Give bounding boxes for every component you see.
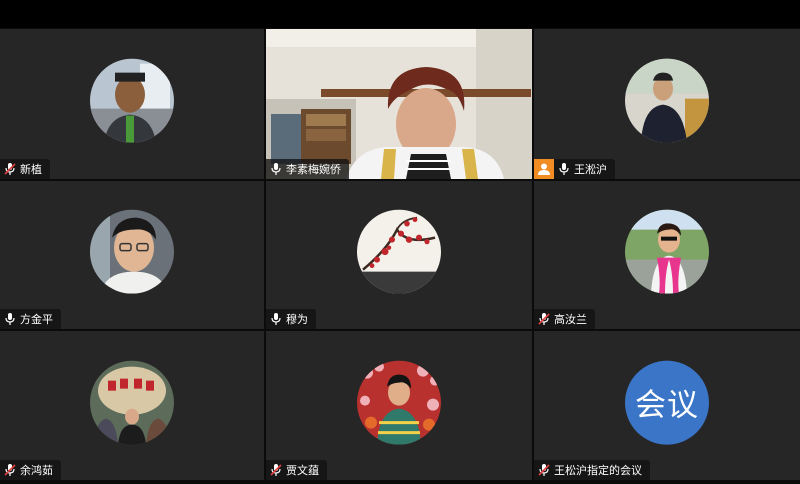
mic-muted-icon[interactable]: [538, 312, 550, 326]
name-label: 王松沪指定的会议: [534, 460, 650, 480]
participant-name: 李素梅婉侨: [286, 163, 341, 176]
participant-name: 新植: [20, 163, 42, 176]
name-label: 李素梅婉侨: [266, 159, 349, 179]
video-grid: 新植 李素梅婉侨 王淞沪 方金平 穆为 高汝兰 余鸿茹 贾文蕴 会议 王松沪指定…: [0, 29, 800, 480]
participant-tile[interactable]: 方金平: [0, 181, 264, 329]
group-rock-photo-icon: [90, 360, 174, 445]
participant-tile[interactable]: 穆为: [266, 181, 532, 329]
participant-name: 余鸿茹: [20, 464, 53, 477]
participant-tile[interactable]: 贾文蕴: [266, 331, 532, 480]
participant-tile[interactable]: 余鸿茹: [0, 331, 264, 480]
name-label: 贾文蕴: [266, 460, 327, 480]
mic-muted-icon[interactable]: [538, 463, 550, 477]
participant-name: 王松沪指定的会议: [554, 464, 642, 477]
woman-pink-scarf-photo-icon: [625, 209, 709, 294]
participant-tile[interactable]: 王淞沪: [534, 29, 800, 179]
woman-flowers-photo-icon: [357, 360, 441, 445]
participant-name: 贾文蕴: [286, 464, 319, 477]
person-icon: [538, 163, 550, 175]
participant-name: 方金平: [20, 313, 53, 326]
participant-tile-video[interactable]: 李素梅婉侨: [266, 29, 532, 179]
mic-muted-icon[interactable]: [270, 463, 282, 477]
name-label: 王淞沪: [554, 159, 615, 179]
mic-icon[interactable]: [558, 162, 570, 176]
man-glasses-photo-icon: [90, 209, 174, 294]
participant-name: 王淞沪: [574, 163, 607, 176]
participant-tile[interactable]: 新植: [0, 29, 264, 179]
man-seated-photo-icon: [625, 58, 709, 143]
live-video-feed: [266, 29, 532, 179]
host-badge: [534, 159, 554, 179]
name-label: 余鸿茹: [0, 460, 61, 480]
name-label: 方金平: [0, 309, 61, 329]
mic-muted-icon[interactable]: [4, 463, 16, 477]
plum-blossom-painting-icon: [357, 209, 441, 294]
meeting-logo-text: 会议: [635, 387, 699, 424]
man-outdoor-photo-icon: [90, 58, 174, 143]
mic-muted-icon[interactable]: [4, 162, 16, 176]
participant-tile[interactable]: 高汝兰: [534, 181, 800, 329]
meeting-logo-icon: 会议: [625, 360, 709, 445]
name-label: 穆为: [266, 309, 316, 329]
top-bar: [0, 0, 800, 28]
name-label: 新植: [0, 159, 50, 179]
mic-icon[interactable]: [4, 312, 16, 326]
name-label: 高汝兰: [534, 309, 595, 329]
mic-icon[interactable]: [270, 312, 282, 326]
mic-icon[interactable]: [270, 162, 282, 176]
participant-name: 穆为: [286, 313, 308, 326]
participant-tile[interactable]: 会议 王松沪指定的会议: [534, 331, 800, 480]
participant-name: 高汝兰: [554, 313, 587, 326]
